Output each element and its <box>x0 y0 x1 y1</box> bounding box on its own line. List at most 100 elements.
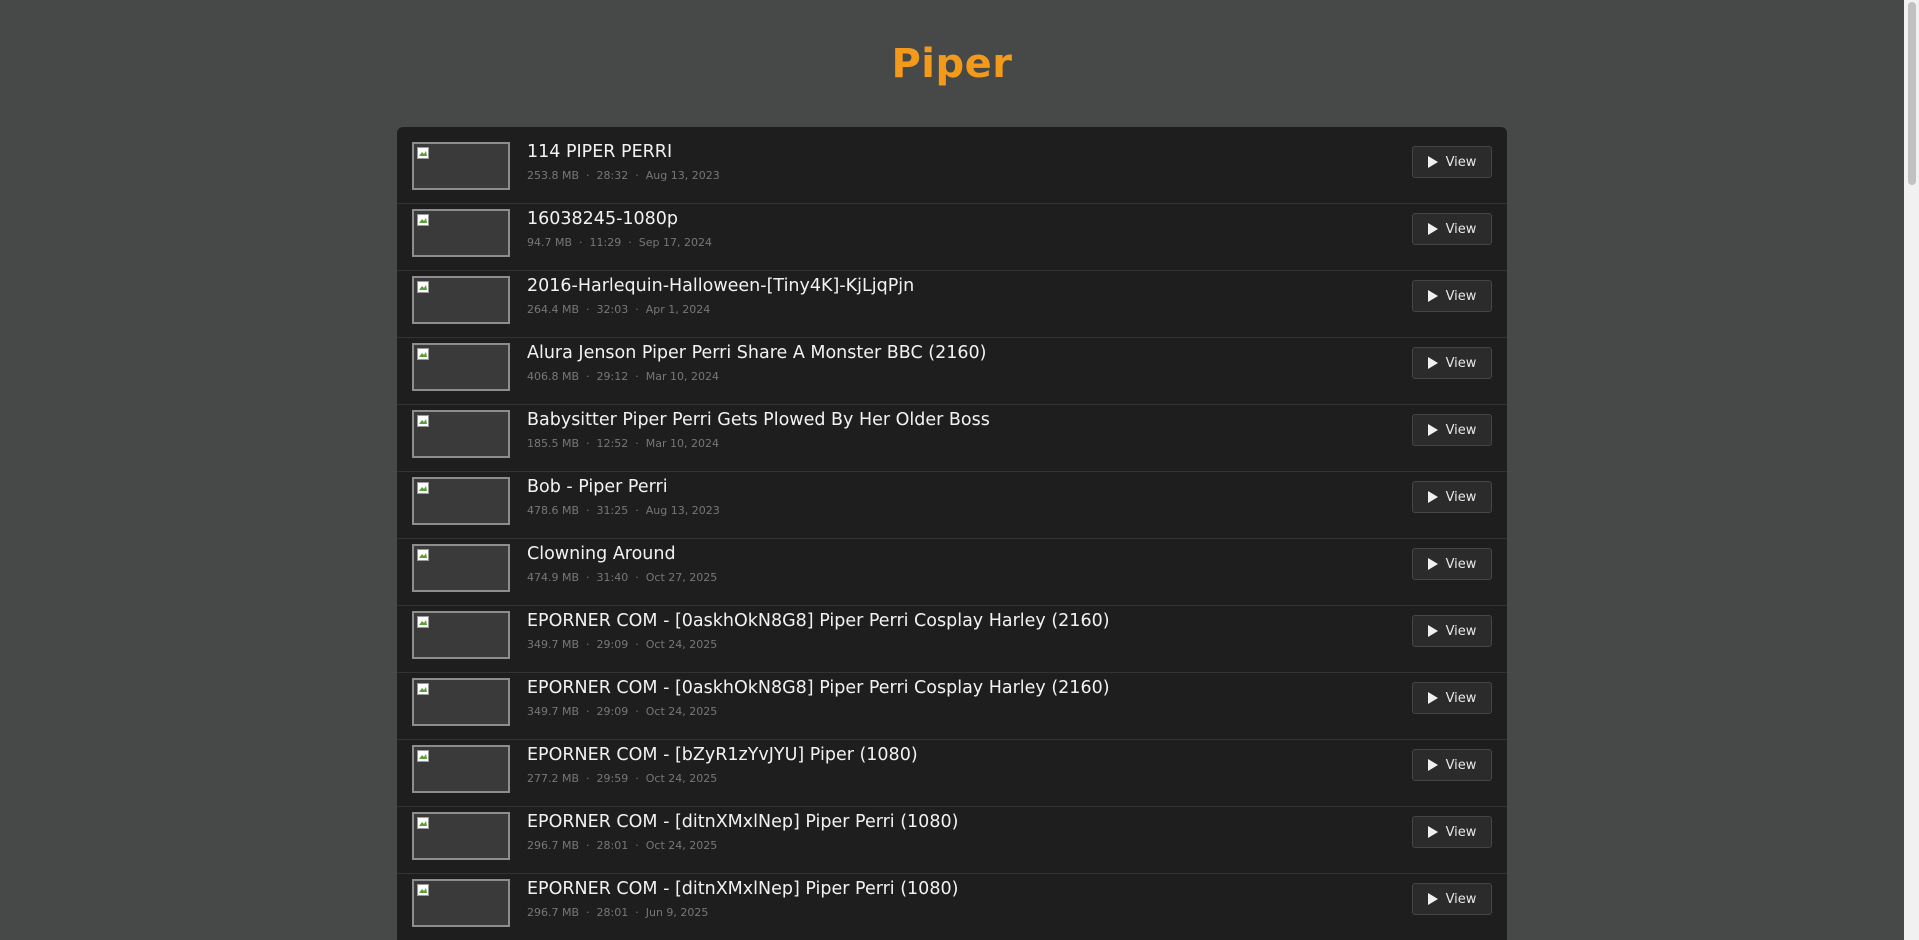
item-duration: 11:29 <box>589 236 622 249</box>
item-meta: 296.7 MB · 28:01 · Oct 24, 2025 <box>527 839 717 853</box>
item-title: Bob - Piper Perri <box>527 477 668 497</box>
scrollbar[interactable] <box>1904 0 1919 940</box>
view-button[interactable]: View <box>1412 280 1492 312</box>
play-icon <box>1427 625 1438 637</box>
broken-image-icon <box>417 817 429 829</box>
item-meta: 474.9 MB · 31:40 · Oct 27, 2025 <box>527 571 717 585</box>
item-title: Alura Jenson Piper Perri Share A Monster… <box>527 343 987 363</box>
list-item: Bob - Piper Perri 478.6 MB · 31:25 · Aug 13,… <box>397 472 1507 539</box>
item-date: Sep 17, 2024 <box>638 236 712 249</box>
item-date: Oct 24, 2025 <box>645 705 718 718</box>
meta-separator: · <box>635 638 639 651</box>
item-size: 474.9 MB <box>527 571 580 584</box>
play-icon <box>1427 826 1438 838</box>
thumbnail-image[interactable] <box>412 276 510 324</box>
view-button-label: View <box>1445 489 1477 505</box>
item-duration: 29:09 <box>596 638 629 651</box>
meta-separator: · <box>628 236 632 249</box>
item-date: Aug 13, 2023 <box>645 169 720 182</box>
view-button[interactable]: View <box>1412 213 1492 245</box>
thumbnail-image[interactable] <box>412 343 510 391</box>
item-date: Apr 1, 2024 <box>645 303 711 316</box>
play-icon <box>1427 692 1438 704</box>
view-button[interactable]: View <box>1412 816 1492 848</box>
play-icon <box>1427 558 1438 570</box>
view-button[interactable]: View <box>1412 146 1492 178</box>
broken-image-icon <box>417 281 429 293</box>
thumbnail-image[interactable] <box>412 477 510 525</box>
item-size: 264.4 MB <box>527 303 580 316</box>
thumbnail-image[interactable] <box>412 410 510 458</box>
view-button-label: View <box>1445 154 1477 170</box>
item-date: Jun 9, 2025 <box>645 906 709 919</box>
broken-image-icon <box>417 214 429 226</box>
thumbnail-image[interactable] <box>412 812 510 860</box>
broken-image-icon <box>417 348 429 360</box>
thumbnail-image[interactable] <box>412 142 510 190</box>
view-button[interactable]: View <box>1412 414 1492 446</box>
item-meta: 94.7 MB · 11:29 · Sep 17, 2024 <box>527 236 712 250</box>
item-title: 114 PIPER PERRI <box>527 142 673 162</box>
item-meta: 296.7 MB · 28:01 · Jun 9, 2025 <box>527 906 708 920</box>
meta-separator: · <box>586 906 590 919</box>
broken-image-icon <box>417 482 429 494</box>
item-size: 253.8 MB <box>527 169 580 182</box>
meta-separator: · <box>586 437 590 450</box>
play-icon <box>1427 759 1438 771</box>
item-date: Mar 10, 2024 <box>645 370 719 383</box>
meta-separator: · <box>586 571 590 584</box>
item-size: 478.6 MB <box>527 504 580 517</box>
thumbnail-image[interactable] <box>412 611 510 659</box>
item-size: 94.7 MB <box>527 236 573 249</box>
view-button[interactable]: View <box>1412 347 1492 379</box>
meta-separator: · <box>635 437 639 450</box>
item-title: 16038245-1080p <box>527 209 679 229</box>
view-button[interactable]: View <box>1412 615 1492 647</box>
meta-separator: · <box>586 839 590 852</box>
list-item: EPORNER COM - [0askhOkN8G8] Piper Perri … <box>397 606 1507 673</box>
meta-separator: · <box>586 705 590 718</box>
thumbnail-image[interactable] <box>412 544 510 592</box>
meta-separator: · <box>635 303 639 316</box>
thumbnail-image[interactable] <box>412 678 510 726</box>
item-duration: 28:32 <box>596 169 629 182</box>
thumbnail-image[interactable] <box>412 879 510 927</box>
thumbnail-image[interactable] <box>412 209 510 257</box>
view-button[interactable]: View <box>1412 749 1492 781</box>
meta-separator: · <box>635 504 639 517</box>
item-meta: 478.6 MB · 31:25 · Aug 13, 2023 <box>527 504 720 518</box>
item-title: EPORNER COM - [ditnXMxlNep] Piper Perri … <box>527 879 959 899</box>
item-size: 277.2 MB <box>527 772 580 785</box>
thumbnail-image[interactable] <box>412 745 510 793</box>
item-date: Oct 24, 2025 <box>645 638 718 651</box>
item-date: Mar 10, 2024 <box>645 437 719 450</box>
list-item: EPORNER COM - [bZyR1zYvJYU] Piper (1080)… <box>397 740 1507 807</box>
list-item: EPORNER COM - [ditnXMxlNep] Piper Perri … <box>397 874 1507 940</box>
list-item: Babysitter Piper Perri Gets Plowed By He… <box>397 405 1507 472</box>
play-icon <box>1427 156 1438 168</box>
view-button[interactable]: View <box>1412 548 1492 580</box>
item-meta: 406.8 MB · 29:12 · Mar 10, 2024 <box>527 370 719 384</box>
item-meta: 349.7 MB · 29:09 · Oct 24, 2025 <box>527 705 717 719</box>
view-button[interactable]: View <box>1412 481 1492 513</box>
item-meta: 277.2 MB · 29:59 · Oct 24, 2025 <box>527 772 717 786</box>
view-button[interactable]: View <box>1412 682 1492 714</box>
item-date: Oct 24, 2025 <box>645 772 718 785</box>
meta-separator: · <box>635 839 639 852</box>
item-title: Babysitter Piper Perri Gets Plowed By He… <box>527 410 990 430</box>
page-title: Piper <box>891 41 1013 87</box>
list-item: 16038245-1080p 94.7 MB · 11:29 · Sep 17, 202… <box>397 204 1507 271</box>
item-title: EPORNER COM - [ditnXMxlNep] Piper Perri … <box>527 812 959 832</box>
view-button[interactable]: View <box>1412 883 1492 915</box>
item-duration: 32:03 <box>596 303 629 316</box>
broken-image-icon <box>417 415 429 427</box>
meta-separator: · <box>586 169 590 182</box>
item-duration: 31:40 <box>596 571 629 584</box>
item-title: EPORNER COM - [0askhOkN8G8] Piper Perri … <box>527 611 1110 631</box>
view-button-label: View <box>1445 355 1477 371</box>
view-button-label: View <box>1445 757 1477 773</box>
broken-image-icon <box>417 750 429 762</box>
play-icon <box>1427 290 1438 302</box>
scrollbar-thumb[interactable] <box>1908 2 1916 185</box>
list-item: Clowning Around 474.9 MB · 31:40 · Oct 27, 2… <box>397 539 1507 606</box>
